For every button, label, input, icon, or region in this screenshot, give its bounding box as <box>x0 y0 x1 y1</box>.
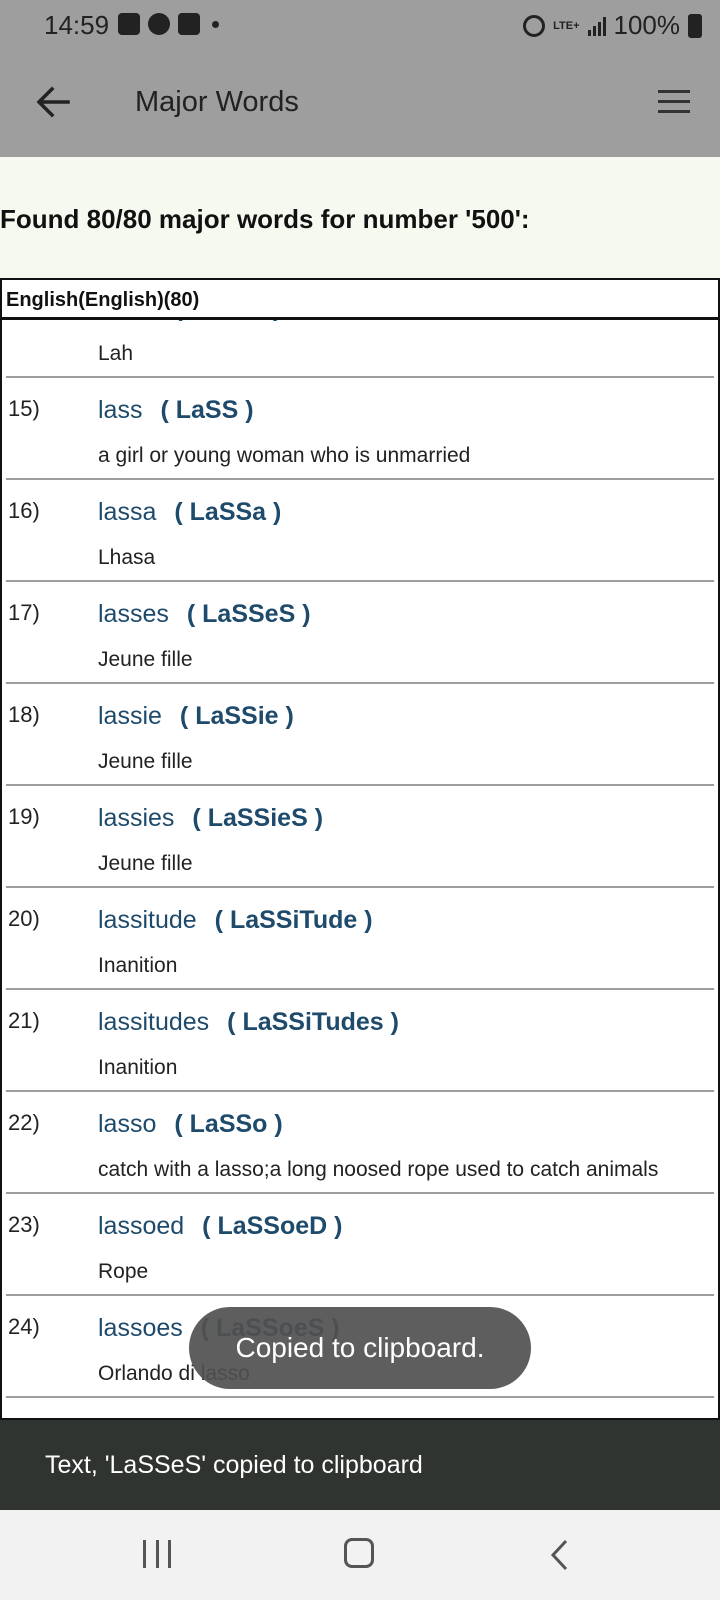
table-row[interactable]: 14)lases( LaSeS )Lah <box>6 320 714 378</box>
row-number: 20) <box>8 906 40 931</box>
table-rows-scroll[interactable]: 14)lases( LaSeS )Lah15)lass( LaSS )a gir… <box>2 320 718 1418</box>
row-definition: Lhasa <box>98 546 156 569</box>
row-definition: Rope <box>98 1260 149 1283</box>
row-word[interactable]: lassies <box>98 804 174 832</box>
row-major-code[interactable]: ( LaSSeS ) <box>187 600 311 628</box>
row-number: 23) <box>8 1212 40 1237</box>
snackbar-message: Text, 'LaSSeS' copied to clipboard <box>0 1420 720 1510</box>
table-row[interactable]: 25)lassoing( LaSSoiNg )Rope <box>6 1398 714 1418</box>
hamburger-menu-icon[interactable] <box>652 84 696 120</box>
row-word[interactable]: lassitudes <box>98 1008 209 1036</box>
row-major-code[interactable]: ( LaSSiTude ) <box>215 906 373 934</box>
toast-message: Copied to clipboard. <box>189 1307 531 1389</box>
row-word-line: lasses ( LaSSeS ) <box>6 582 714 644</box>
row-definition: Inanition <box>98 1056 178 1079</box>
signal-icon <box>587 16 606 36</box>
network-type: LTE+ <box>553 19 580 32</box>
row-number: 15) <box>8 396 40 421</box>
row-word-line: lassa ( LaSSa ) <box>6 480 714 542</box>
table-row[interactable]: 17) lasses ( LaSSeS ) Jeune fille <box>6 582 714 684</box>
table-row[interactable]: 23) lassoed ( LaSSoeD ) Rope <box>6 1194 714 1296</box>
row-word-line: lass ( LaSS ) <box>6 378 714 440</box>
more-notifications-icon <box>212 20 219 28</box>
row-definition: catch with a lasso;a long noosed rope us… <box>98 1158 659 1181</box>
row-definition: Jeune fille <box>98 648 193 671</box>
app-bar: Major Words <box>0 52 720 157</box>
row-major-code[interactable]: ( LaSeS ) <box>174 320 281 322</box>
row-number: 16) <box>8 498 40 523</box>
row-definition: a girl or young woman who is unmarried <box>98 444 471 467</box>
row-number: 19) <box>8 804 40 829</box>
row-major-code[interactable]: ( LaSSie ) <box>180 702 294 730</box>
recent-apps-icon[interactable] <box>143 1540 171 1570</box>
table-row[interactable]: 18) lassie ( LaSSie ) Jeune fille <box>6 684 714 786</box>
row-word[interactable]: lassitude <box>98 906 197 934</box>
row-word-line: lassoed ( LaSSoeD ) <box>6 1194 714 1256</box>
row-major-code[interactable]: ( LaSSieS ) <box>192 804 323 832</box>
gallery-icon <box>118 13 140 35</box>
table-row[interactable]: 16) lassa ( LaSSa ) Lhasa <box>6 480 714 582</box>
row-number: 24) <box>8 1314 40 1339</box>
row-word[interactable]: lass <box>98 396 142 424</box>
row-word[interactable]: lases <box>98 320 156 322</box>
page-title: Major Words <box>135 86 299 118</box>
row-word[interactable]: lasses <box>98 600 169 628</box>
row-definition: Lah <box>98 342 134 365</box>
table-row[interactable]: 21) lassitudes ( LaSSiTudes ) Inanition <box>6 990 714 1092</box>
row-major-code[interactable]: ( LaSSa ) <box>174 498 281 526</box>
battery-percent: 100% <box>613 10 681 40</box>
row-word-line: lassitudes ( LaSSiTudes ) <box>6 990 714 1052</box>
table-row[interactable]: 22) lasso ( LaSSo ) catch with a lasso;a lo… <box>6 1092 714 1194</box>
words-table[interactable]: English(English)(80) 14)lases( LaSeS )La… <box>0 278 720 1420</box>
alarm-icon <box>523 14 546 37</box>
row-word-line: lassitude ( LaSSiTude ) <box>6 888 714 950</box>
row-word[interactable]: lassa <box>98 498 156 526</box>
row-number: 17) <box>8 600 40 625</box>
nav-back-icon[interactable] <box>546 1538 576 1572</box>
row-word-line: lasso ( LaSSo ) <box>6 1092 714 1154</box>
table-row[interactable]: 15) lass ( LaSS ) a girl or young woman who… <box>6 378 714 480</box>
row-major-code[interactable]: ( LaSSoeD ) <box>202 1212 342 1240</box>
row-word[interactable]: lassoed <box>98 1212 184 1240</box>
row-definition: Jeune fille <box>98 750 193 773</box>
row-word-line: lassoing( LaSSoiNg ) <box>6 1398 714 1418</box>
row-major-code[interactable]: ( LaSSo ) <box>174 1110 282 1138</box>
row-word-line: lassies ( LaSSieS ) <box>6 786 714 848</box>
status-time: 14:59 <box>44 10 110 40</box>
chrome-icon <box>148 13 170 35</box>
row-definition: Inanition <box>98 954 178 977</box>
facebook-icon <box>178 13 200 35</box>
home-icon[interactable] <box>344 1538 374 1568</box>
row-word[interactable]: lasso <box>98 1110 156 1138</box>
row-word[interactable]: lassoes <box>98 1314 183 1342</box>
table-row[interactable]: 19) lassies ( LaSSieS ) Jeune fille <box>6 786 714 888</box>
arrow-back-icon[interactable] <box>30 78 78 126</box>
row-word[interactable]: lassie <box>98 702 162 730</box>
row-major-code[interactable]: ( LaSSiTudes ) <box>227 1008 399 1036</box>
row-number: 22) <box>8 1110 40 1135</box>
results-heading: Found 80/80 major words for number '500'… <box>0 204 530 234</box>
row-word-line: lases ( LaSeS ) <box>6 320 714 338</box>
row-major-code[interactable]: ( LaSS ) <box>160 396 253 424</box>
row-number: 18) <box>8 702 40 727</box>
notification-icons <box>118 13 219 35</box>
table-row[interactable]: 20) lassitude ( LaSSiTude ) Inanition <box>6 888 714 990</box>
battery-icon <box>688 13 702 38</box>
system-nav-bar <box>0 1510 720 1600</box>
row-definition: Jeune fille <box>98 852 193 875</box>
status-bar: 14:59 LTE+ 100% <box>0 0 720 52</box>
table-header: English(English)(80) <box>2 280 718 320</box>
row-number: 21) <box>8 1008 40 1033</box>
row-word-line: lassie ( LaSSie ) <box>6 684 714 746</box>
